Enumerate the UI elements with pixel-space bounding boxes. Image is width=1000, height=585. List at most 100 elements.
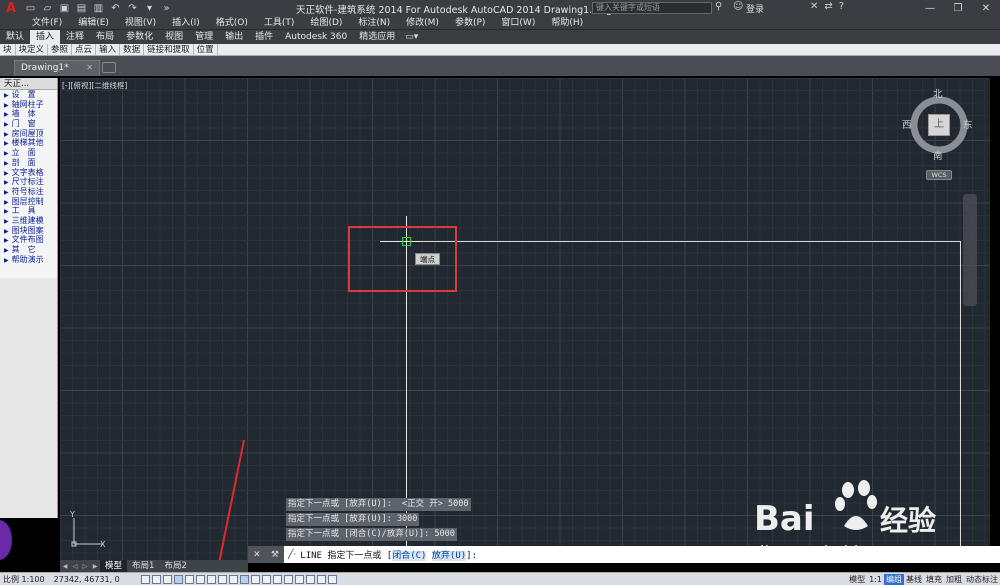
- ribbon-tab-6[interactable]: 管理: [189, 30, 219, 44]
- assistant-icon[interactable]: [0, 520, 12, 560]
- palette-item[interactable]: ▶ 剖 面: [0, 158, 57, 168]
- drafting-toggle-icon[interactable]: [140, 574, 150, 584]
- palette-item[interactable]: ▶ 文字表格: [0, 168, 57, 178]
- layout-tab-layout1[interactable]: 布局1: [127, 560, 159, 572]
- palette-item[interactable]: ▶ 文件布图: [0, 235, 57, 245]
- qat-dropdown-icon[interactable]: ▾: [142, 1, 157, 15]
- layout-tab-model[interactable]: 模型: [100, 560, 128, 572]
- ribbon-minimize-icon[interactable]: ▭▾: [401, 30, 422, 44]
- ribbon-tab-1[interactable]: 插入: [30, 30, 61, 44]
- menu-item-7[interactable]: 标注(N): [350, 16, 398, 29]
- status-item-1[interactable]: 1:1: [867, 575, 884, 584]
- palette-item[interactable]: ▶ 符号标注: [0, 187, 57, 197]
- drafting-toggle-icon[interactable]: [294, 574, 304, 584]
- new-tab-icon[interactable]: [102, 62, 116, 73]
- close-option-keyword[interactable]: 闭合(C): [392, 551, 427, 561]
- help-icon[interactable]: ?: [839, 1, 844, 12]
- wcs-menu[interactable]: WCS: [926, 170, 952, 180]
- connect-icon[interactable]: ⇄: [824, 1, 832, 12]
- print-icon[interactable]: ▥: [91, 1, 106, 15]
- status-item-5[interactable]: 加粗: [944, 574, 964, 585]
- drafting-toggle-icon[interactable]: [195, 574, 205, 584]
- ribbon-panel-7[interactable]: 位置: [194, 44, 218, 55]
- menu-item-0[interactable]: 文件(F): [24, 16, 70, 29]
- menu-item-3[interactable]: 插入(I): [164, 16, 208, 29]
- ribbon-panel-0[interactable]: 块: [0, 44, 16, 55]
- drafting-toggle-icon[interactable]: [162, 574, 172, 584]
- drafting-toggle-icon[interactable]: [217, 574, 227, 584]
- menu-item-11[interactable]: 帮助(H): [543, 16, 591, 29]
- drafting-toggle-icon[interactable]: [261, 574, 271, 584]
- exchange-icon[interactable]: ✕: [810, 1, 818, 12]
- save-icon[interactable]: ▣: [57, 1, 72, 15]
- ribbon-tab-7[interactable]: 输出: [219, 30, 249, 44]
- compass-north[interactable]: 北: [933, 86, 943, 100]
- coordinate-readout[interactable]: 27342, 46731, 0: [48, 575, 140, 584]
- user-icon[interactable]: ☺: [733, 1, 743, 12]
- close-tab-icon[interactable]: ✕: [86, 61, 93, 75]
- menu-item-4[interactable]: 格式(O): [208, 16, 256, 29]
- undo-option-keyword[interactable]: 放弃(U): [431, 551, 467, 561]
- ribbon-tab-2[interactable]: 注释: [60, 30, 90, 44]
- menu-item-5[interactable]: 工具(T): [256, 16, 303, 29]
- search-icon[interactable]: ⚲: [715, 1, 722, 12]
- status-item-3[interactable]: 基线: [904, 574, 924, 585]
- status-item-0[interactable]: 模型: [847, 574, 867, 585]
- ribbon-panel-5[interactable]: 数据: [120, 44, 145, 55]
- viewcube[interactable]: 北 南 西 东 上: [900, 86, 980, 166]
- menu-item-2[interactable]: 视图(V): [117, 16, 164, 29]
- open-file-icon[interactable]: ▱: [40, 1, 55, 15]
- drafting-toggle-icon[interactable]: [250, 574, 260, 584]
- palette-item[interactable]: ▶ 轴网柱子: [0, 100, 57, 110]
- palette-item[interactable]: ▶ 尺寸标注: [0, 177, 57, 187]
- palette-item[interactable]: ▶ 门 窗: [0, 119, 57, 129]
- palette-item[interactable]: ▶ 立 面: [0, 148, 57, 158]
- status-item-4[interactable]: 填充: [924, 574, 944, 585]
- drafting-toggle-icon[interactable]: [151, 574, 161, 584]
- ribbon-panel-1[interactable]: 块定义: [16, 44, 49, 55]
- drafting-toggle-icon[interactable]: [228, 574, 238, 584]
- ribbon-tab-5[interactable]: 视图: [159, 30, 189, 44]
- annotation-scale[interactable]: 比例 1:100: [0, 574, 48, 585]
- customize-icon[interactable]: ⚒: [271, 550, 279, 560]
- palette-item[interactable]: ▶ 楼梯其他: [0, 138, 57, 148]
- status-item-6[interactable]: 动态标注: [964, 574, 1000, 585]
- palette-item[interactable]: ▶ 墙 体: [0, 109, 57, 119]
- menu-item-6[interactable]: 绘图(D): [302, 16, 350, 29]
- palette-item[interactable]: ▶ 图块图案: [0, 226, 57, 236]
- ribbon-panel-4[interactable]: 输入: [96, 44, 121, 55]
- ribbon-tab-10[interactable]: 精选应用: [353, 30, 401, 44]
- drafting-toggle-icon[interactable]: [239, 574, 249, 584]
- navigation-bar[interactable]: [963, 194, 977, 306]
- qat-more-icon[interactable]: »: [159, 1, 174, 15]
- palette-item[interactable]: ▶ 其 它: [0, 245, 57, 255]
- ribbon-panel-2[interactable]: 参照: [48, 44, 73, 55]
- search-input[interactable]: 键入关键字或短语: [592, 2, 712, 14]
- ribbon-panel-6[interactable]: 链接和提取: [144, 44, 194, 55]
- compass-west[interactable]: 西: [902, 117, 912, 131]
- drafting-toggle-icon[interactable]: [184, 574, 194, 584]
- next-layout-icon[interactable]: ▷: [80, 563, 90, 570]
- drafting-toggle-icon[interactable]: [327, 574, 337, 584]
- menu-item-10[interactable]: 窗口(W): [493, 16, 543, 29]
- palette-item[interactable]: ▶ 房间屋顶: [0, 129, 57, 139]
- viewport-controls-label[interactable]: [-][俯视][二维线框]: [62, 80, 127, 91]
- drafting-toggle-icon[interactable]: [283, 574, 293, 584]
- minimize-icon[interactable]: —: [916, 0, 944, 16]
- new-file-icon[interactable]: ▭: [23, 1, 38, 15]
- redo-icon[interactable]: ↷: [125, 1, 140, 15]
- first-layout-icon[interactable]: ◀: [60, 563, 70, 570]
- ribbon-panel-3[interactable]: 点云: [72, 44, 97, 55]
- palette-item[interactable]: ▶ 帮助演示: [0, 255, 57, 265]
- ribbon-tab-9[interactable]: Autodesk 360: [279, 30, 353, 44]
- document-tab[interactable]: Drawing1* ✕: [14, 60, 100, 76]
- prev-layout-icon[interactable]: ◁: [70, 563, 80, 570]
- menu-item-8[interactable]: 修改(M): [398, 16, 447, 29]
- last-layout-icon[interactable]: ▶: [90, 563, 100, 570]
- status-item-2[interactable]: 编组: [884, 574, 904, 585]
- restore-icon[interactable]: ❐: [944, 0, 972, 16]
- menu-item-1[interactable]: 编辑(E): [70, 16, 117, 29]
- drafting-toggle-icon[interactable]: [316, 574, 326, 584]
- viewcube-top-face[interactable]: 上: [928, 114, 950, 136]
- palette-item[interactable]: ▶ 设 置: [0, 90, 57, 100]
